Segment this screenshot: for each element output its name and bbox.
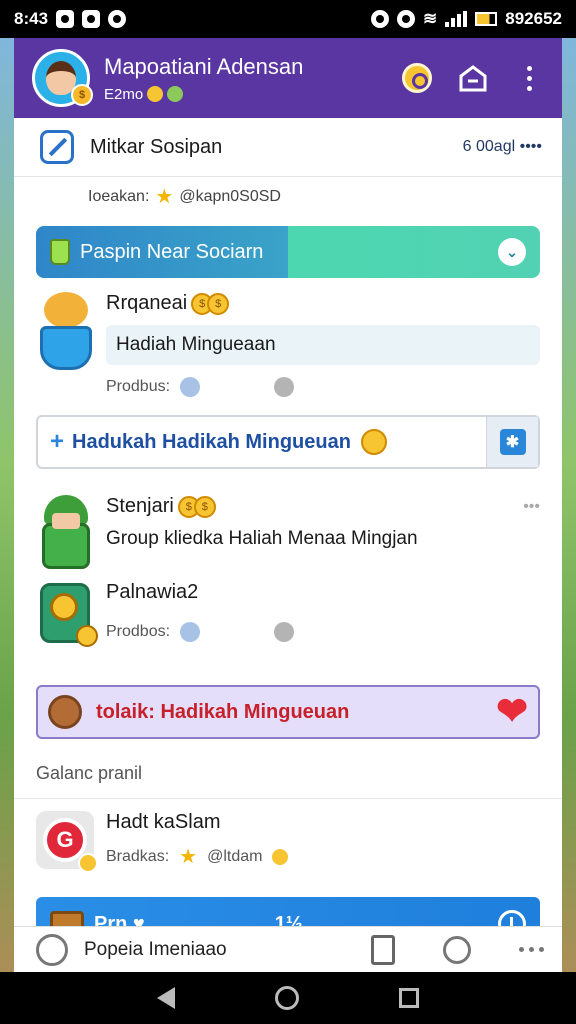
shield-icon (180, 622, 201, 642)
system-nav-bar (0, 972, 576, 1024)
banner-label: tolaik: Hadikah Mingueuan (96, 700, 350, 723)
soldier-icon (36, 495, 96, 575)
document-icon[interactable] (371, 934, 395, 965)
battery-icon (475, 12, 498, 26)
coins-icon: $ $ (191, 292, 230, 315)
item-name: Rrqaneai (106, 292, 188, 314)
plus-icon: + (50, 428, 65, 455)
app-header: $ Mapoatiani Adensan E2mo (14, 38, 562, 118)
settings-icon (397, 10, 416, 28)
chevron-down-icon[interactable]: ⌄ (498, 238, 526, 266)
avatar[interactable]: $ (32, 49, 93, 107)
bear-icon (36, 292, 96, 372)
store-button[interactable] (456, 61, 490, 95)
sparkle-icon: ✱ (499, 429, 526, 455)
item-name: Hadt kaSlam (106, 811, 221, 833)
item-handle: @ltdam (207, 847, 263, 865)
bottom-nav: Popeia Imeniaao (14, 926, 562, 972)
coin-icon (360, 429, 387, 455)
coin-icon (78, 853, 98, 873)
list-item[interactable]: Rrqaneai $ $ Hadiah Mingueaan Prodbus: (14, 292, 562, 397)
cookie-icon (48, 695, 82, 729)
status-time: 8:43 (14, 9, 49, 28)
section-title: Galanc pranil (36, 763, 143, 783)
item-title: Mitkar Sosipan (90, 135, 223, 158)
item-subline: Ioeakan: ★ @kapn0S0SD (14, 176, 562, 216)
search-icon (402, 63, 432, 93)
heart-icon[interactable]: ❤ (496, 693, 528, 731)
status-dot-icon (274, 377, 295, 397)
overflow-menu-button[interactable] (512, 61, 546, 95)
divider (14, 798, 562, 799)
home-icon (459, 65, 487, 92)
item-text: Group kliedka Haliah Menaa Mingjan (106, 528, 418, 549)
backpack-icon (36, 577, 98, 657)
banner-label: Hadukah Hadikah Mingueuan (72, 430, 351, 453)
promo-banner-green[interactable]: Paspin Near Sociarn ⌄ (36, 226, 540, 278)
prod-label: Prodbus: (106, 378, 171, 395)
promo-banner-white[interactable]: + Hadukah Hadikah Mingueuan ✱ (36, 415, 540, 469)
message-icon (82, 10, 101, 28)
search-button[interactable] (400, 61, 434, 95)
emoji-icon (167, 86, 184, 102)
globe-icon[interactable] (36, 933, 68, 966)
sub-handle: @kapn0S0SD (179, 187, 281, 205)
star-icon: ★ (155, 186, 174, 208)
pin-icon (40, 130, 74, 164)
item-name: Palnawia2 (106, 581, 199, 603)
prod-label: Prodbos: (106, 623, 171, 640)
star-icon: ★ (179, 846, 198, 868)
item-name: Stenjari (106, 495, 174, 517)
status-bar: 8:43 ≋ 892652 (0, 0, 576, 38)
header-title: Mapoatiani Adensan (104, 53, 304, 79)
search-icon[interactable] (443, 935, 471, 964)
battery-text: 892652 (505, 9, 562, 28)
prod-label: Bradkas: (106, 847, 170, 865)
status-dot-icon (274, 622, 295, 642)
signal-icon (445, 11, 468, 27)
coins-icon: $ $ (177, 495, 216, 518)
banner-label: Paspin Near Sociarn (80, 240, 264, 263)
cup-icon (50, 239, 70, 265)
notification-icon (56, 10, 75, 28)
reward-pill[interactable]: Hadiah Mingueaan (106, 325, 540, 365)
sub-text: Ioeakan: (88, 187, 150, 205)
alarm-icon (371, 10, 390, 28)
promo-banner-purple[interactable]: tolaik: Hadikah Mingueuan ❤ (36, 685, 540, 739)
smile-icon (147, 86, 164, 102)
avatar-badge: $ (71, 84, 93, 106)
back-icon[interactable] (157, 987, 175, 1009)
record-icon (108, 10, 127, 28)
action-button[interactable]: ✱ (486, 417, 538, 467)
shield-icon (180, 377, 201, 397)
home-button-icon[interactable] (275, 986, 299, 1010)
more-icon[interactable] (519, 947, 544, 952)
item-meta: 6 00agl •••• (462, 138, 542, 155)
list-item[interactable]: Stenjari $ $ ••• Group kliedka Haliah Men… (14, 495, 562, 575)
app-logo: G (36, 811, 98, 873)
header-subtitle: E2mo (104, 85, 144, 103)
recents-icon[interactable] (399, 988, 419, 1008)
wifi-icon: ≋ (423, 9, 438, 28)
more-icon[interactable]: ••• (523, 498, 540, 516)
app-window: $ Mapoatiani Adensan E2mo Mitkar Sosipan… (14, 38, 562, 972)
list-item[interactable]: G Hadt kaSlam Bradkas: ★ @ltdam (14, 811, 562, 873)
emoji-icon (272, 848, 289, 865)
list-item[interactable]: Mitkar Sosipan 6 00agl •••• (14, 118, 562, 176)
list-item[interactable]: Palnawia2 Prodbos: (14, 577, 562, 657)
bottom-nav-label[interactable]: Popeia Imeniaao (84, 939, 227, 961)
